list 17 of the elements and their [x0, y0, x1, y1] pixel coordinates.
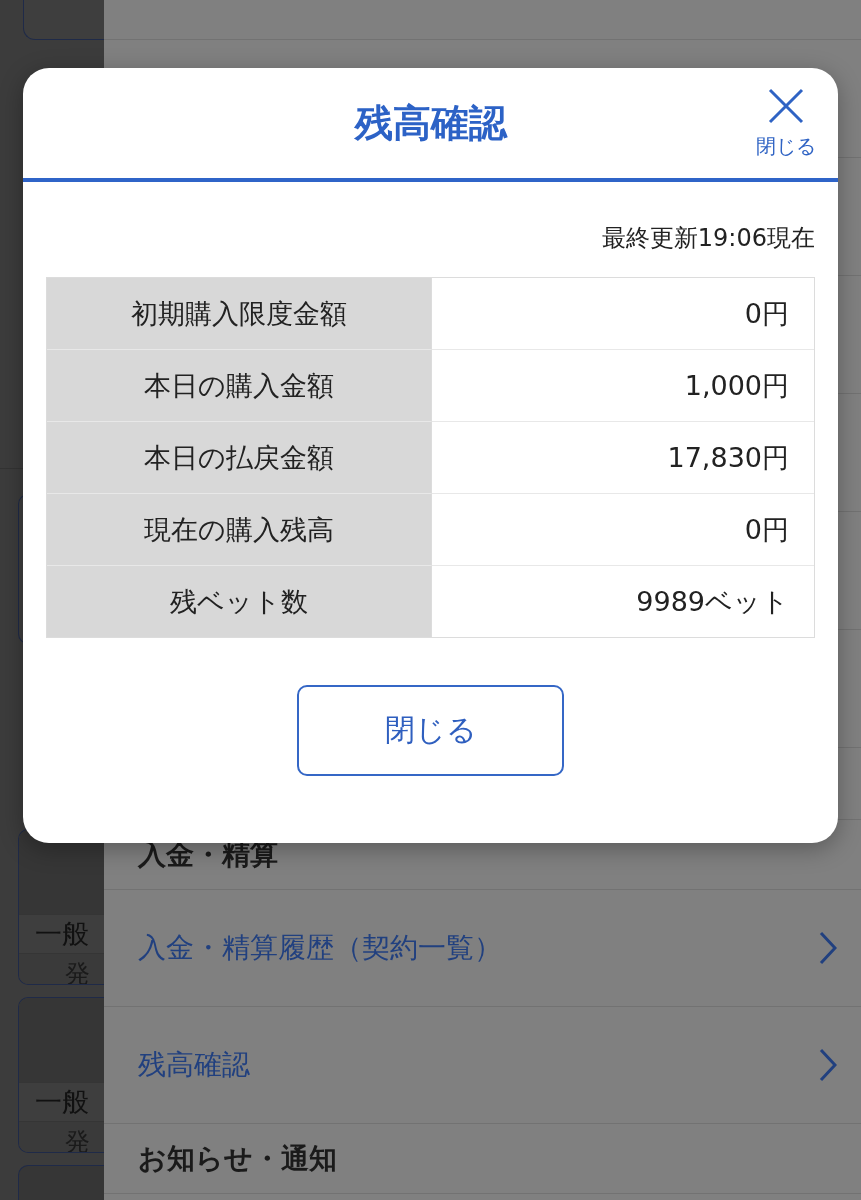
table-cell: 9989ベット	[431, 565, 814, 637]
table-cell: 0円	[431, 493, 814, 565]
menu-section-header: お知らせ・通知	[138, 1140, 337, 1177]
close-button[interactable]: 閉じる	[756, 88, 816, 160]
table-cell: 1,000円	[431, 349, 814, 421]
close-icon	[768, 88, 804, 124]
table-header-cell: 残ベット数	[47, 565, 431, 637]
dialog-title: 残高確認	[354, 99, 507, 147]
table-cell: 17,830円	[431, 421, 814, 493]
chevron-right-icon	[819, 931, 837, 965]
table-header-cell: 本日の払戻金額	[47, 421, 431, 493]
chevron-right-icon	[819, 1048, 837, 1082]
table-header-cell: 本日の購入金額	[47, 349, 431, 421]
last-updated-text: 最終更新19:06現在	[601, 223, 815, 254]
close-button[interactable]: 閉じる	[297, 685, 564, 776]
table-header-cell: 現在の購入残高	[47, 493, 431, 565]
table-header-cell: 初期購入限度金額	[47, 278, 431, 349]
